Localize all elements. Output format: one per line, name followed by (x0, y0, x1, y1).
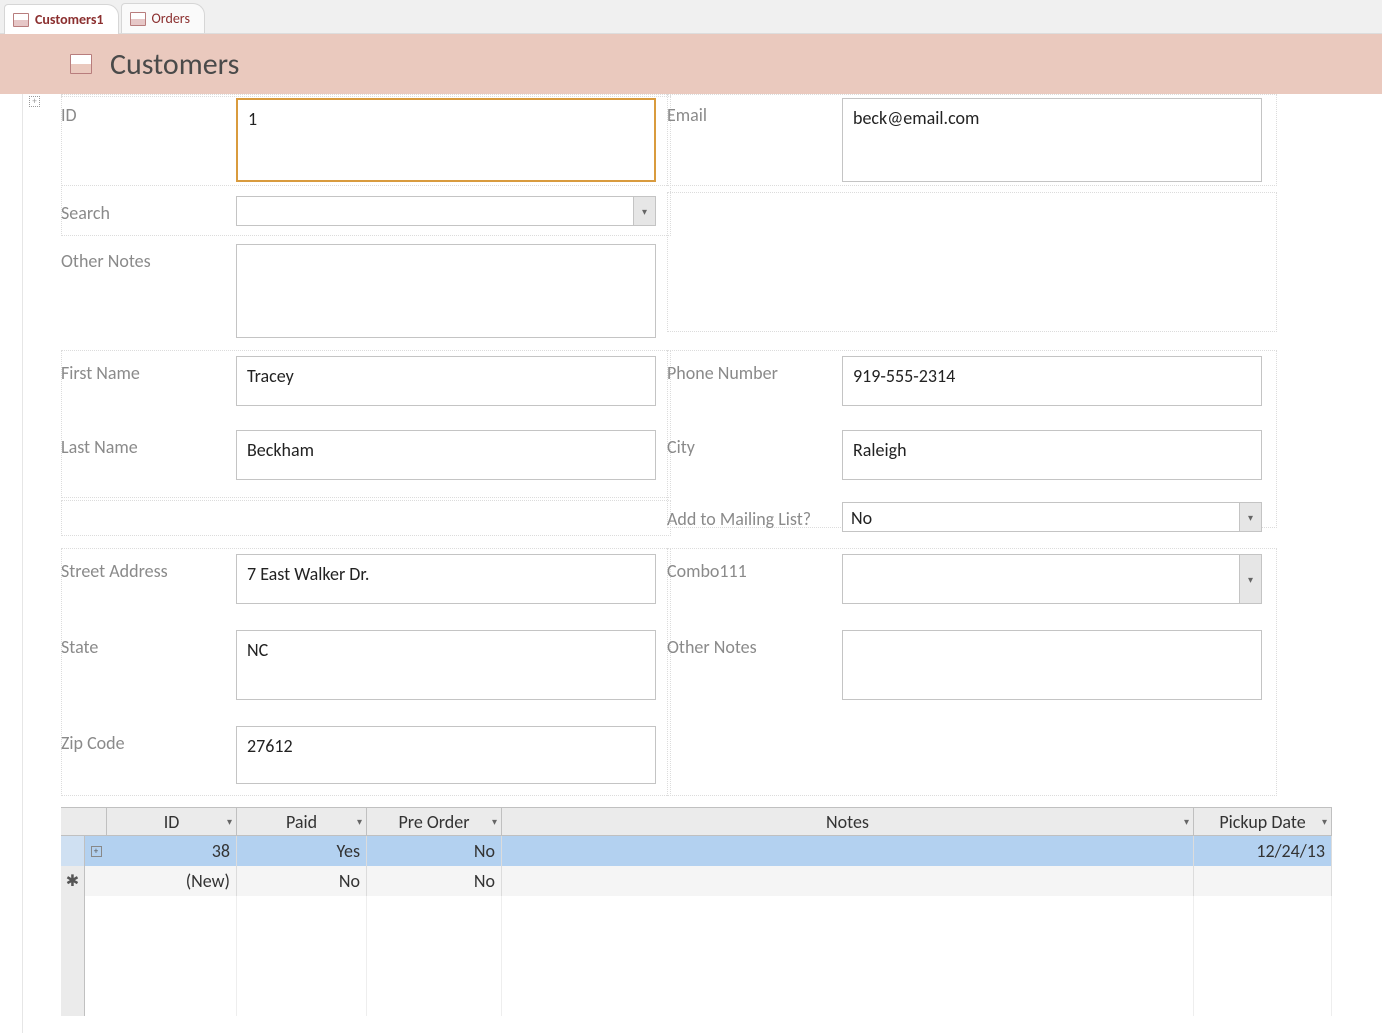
label-other-notes: Other Notes (61, 244, 236, 272)
field-state[interactable]: NC (236, 630, 656, 700)
form-title: Customers (110, 46, 239, 83)
label-id: ID (61, 98, 236, 126)
field-first-name[interactable]: Tracey (236, 356, 656, 406)
new-row-marker[interactable]: ✱ (61, 866, 85, 896)
cell-notes[interactable] (502, 866, 1194, 896)
form-icon (70, 54, 92, 74)
combo-combo111[interactable]: ▾ (842, 554, 1262, 604)
cell-preorder[interactable]: No (367, 836, 502, 866)
field-id[interactable]: 1 (236, 98, 656, 182)
chevron-down-icon[interactable]: ▾ (1239, 503, 1261, 531)
label-combo111: Combo111 (667, 554, 842, 582)
cell-pickup[interactable] (1194, 866, 1332, 896)
expand-icon[interactable]: + (29, 96, 40, 107)
chevron-down-icon[interactable]: ▾ (357, 815, 362, 828)
label-phone: Phone Number (667, 356, 842, 384)
label-search: Search (61, 196, 236, 224)
tab-label: Orders (152, 10, 190, 27)
label-last-name: Last Name (61, 430, 236, 458)
field-other-notes-right[interactable] (842, 630, 1262, 700)
cell-preorder[interactable]: No (367, 866, 502, 896)
column-pickup-date[interactable]: Pickup Date▾ (1194, 808, 1332, 835)
cell-id[interactable]: (New) (107, 866, 237, 896)
form-detail: ID 1 Search ▾ Other Notes First Name Tra… (49, 94, 1382, 1033)
subform-new-row[interactable]: ✱ (New) No No (61, 866, 1332, 896)
cell-paid[interactable]: Yes (237, 836, 367, 866)
orders-subform: ID▾ Paid▾ Pre Order▾ Notes▾ Pickup Date▾… (61, 807, 1332, 1016)
subform-row[interactable]: + 38 Yes No 12/24/13 (61, 836, 1332, 866)
form-header: Customers (0, 34, 1382, 94)
subform-header: ID▾ Paid▾ Pre Order▾ Notes▾ Pickup Date▾ (61, 808, 1332, 836)
label-first-name: First Name (61, 356, 236, 384)
column-notes[interactable]: Notes▾ (502, 808, 1194, 835)
field-city[interactable]: Raleigh (842, 430, 1262, 480)
tab-customers1[interactable]: Customers1 (4, 4, 119, 34)
field-email[interactable]: beck@email.com (842, 98, 1262, 182)
label-zip: Zip Code (61, 726, 236, 754)
chevron-down-icon[interactable]: ▾ (492, 815, 497, 828)
cell-paid[interactable]: No (237, 866, 367, 896)
combo-search[interactable]: ▾ (236, 196, 656, 226)
chevron-down-icon[interactable]: ▾ (227, 815, 232, 828)
record-selector-bar[interactable] (0, 94, 23, 1033)
subform-empty-row (61, 896, 1332, 926)
column-paid[interactable]: Paid▾ (237, 808, 367, 835)
chevron-down-icon[interactable]: ▾ (1322, 815, 1327, 828)
subform-empty-row (61, 926, 1332, 956)
form-icon (130, 12, 146, 26)
form-icon (13, 13, 29, 27)
chevron-down-icon[interactable]: ▾ (1184, 815, 1189, 828)
label-street: Street Address (61, 554, 236, 582)
field-other-notes[interactable] (236, 244, 656, 338)
field-zip[interactable]: 27612 (236, 726, 656, 784)
chevron-down-icon[interactable]: ▾ (633, 197, 655, 225)
tab-orders[interactable]: Orders (121, 3, 205, 33)
chevron-down-icon[interactable]: ▾ (1239, 555, 1261, 603)
column-preorder[interactable]: Pre Order▾ (367, 808, 502, 835)
column-id[interactable]: ID▾ (107, 808, 237, 835)
tab-bar: Customers1 Orders (0, 0, 1382, 34)
label-mailing: Add to Mailing List? (667, 502, 842, 530)
tab-label: Customers1 (35, 11, 104, 28)
row-selector[interactable] (61, 836, 85, 866)
subform-empty-row (61, 956, 1332, 986)
cell-notes[interactable] (502, 836, 1194, 866)
label-state: State (61, 630, 236, 658)
field-last-name[interactable]: Beckham (236, 430, 656, 480)
field-street[interactable]: 7 East Walker Dr. (236, 554, 656, 604)
label-city: City (667, 430, 842, 458)
field-phone[interactable]: 919-555-2314 (842, 356, 1262, 406)
label-email: Email (667, 98, 842, 126)
combo-mailing[interactable]: No ▾ (842, 502, 1262, 532)
label-other-notes-right: Other Notes (667, 630, 842, 658)
subform-selectall[interactable] (61, 808, 107, 835)
cell-id[interactable]: 38 (107, 836, 237, 866)
cell-pickup[interactable]: 12/24/13 (1194, 836, 1332, 866)
row-expander[interactable]: + (85, 846, 107, 857)
subform-empty-row (61, 986, 1332, 1016)
